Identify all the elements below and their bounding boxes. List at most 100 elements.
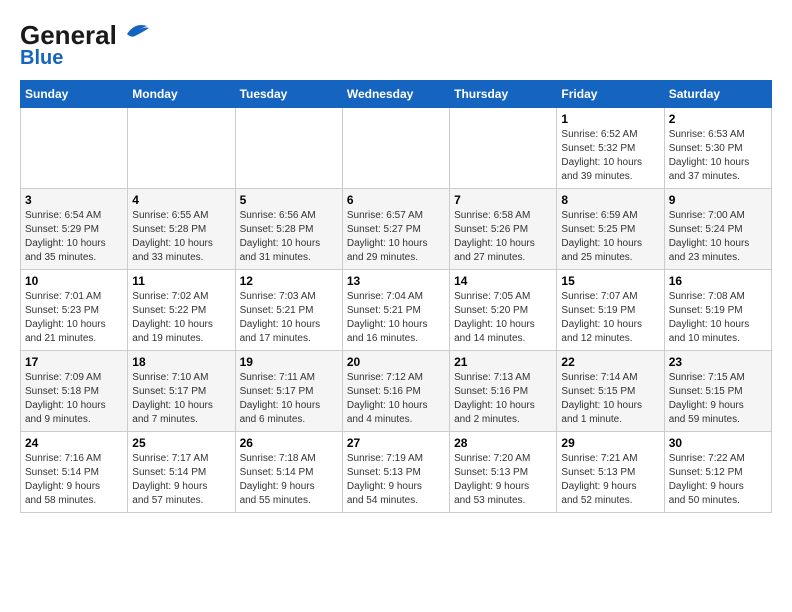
logo-bird-icon bbox=[119, 20, 151, 42]
day-number: 14 bbox=[454, 274, 552, 288]
calendar-cell: 27 Sunrise: 7:19 AM Sunset: 5:13 PM Dayli… bbox=[342, 432, 449, 513]
day-number: 26 bbox=[240, 436, 338, 450]
day-info: Sunrise: 7:09 AM Sunset: 5:18 PM Dayligh… bbox=[25, 371, 123, 427]
calendar-week-3: 10 Sunrise: 7:01 AM Sunset: 5:23 PM Dayli… bbox=[21, 270, 772, 351]
calendar-cell: 14 Sunrise: 7:05 AM Sunset: 5:20 PM Dayli… bbox=[450, 270, 557, 351]
calendar-cell: 20 Sunrise: 7:12 AM Sunset: 5:16 PM Dayli… bbox=[342, 351, 449, 432]
day-number: 12 bbox=[240, 274, 338, 288]
day-number: 22 bbox=[561, 355, 659, 369]
day-info: Sunrise: 7:05 AM Sunset: 5:20 PM Dayligh… bbox=[454, 290, 552, 346]
calendar-cell: 28Sunrise: 7:20 AM Sunset: 5:13 PM Dayli… bbox=[450, 432, 557, 513]
calendar-cell: 22 Sunrise: 7:14 AM Sunset: 5:15 PM Dayli… bbox=[557, 351, 664, 432]
day-info: Sunrise: 7:10 AM Sunset: 5:17 PM Dayligh… bbox=[132, 371, 230, 427]
day-number: 13 bbox=[347, 274, 445, 288]
calendar-cell: 25 Sunrise: 7:17 AM Sunset: 5:14 PM Dayli… bbox=[128, 432, 235, 513]
calendar-cell: 18 Sunrise: 7:10 AM Sunset: 5:17 PM Dayli… bbox=[128, 351, 235, 432]
calendar-cell: 17 Sunrise: 7:09 AM Sunset: 5:18 PM Dayli… bbox=[21, 351, 128, 432]
day-info: Sunrise: 6:52 AM Sunset: 5:32 PM Dayligh… bbox=[561, 128, 659, 184]
day-number: 16 bbox=[669, 274, 767, 288]
day-info: Sunrise: 6:53 AM Sunset: 5:30 PM Dayligh… bbox=[669, 128, 767, 184]
day-info: Sunrise: 7:15 AM Sunset: 5:15 PM Dayligh… bbox=[669, 371, 767, 427]
day-number: 10 bbox=[25, 274, 123, 288]
day-number: 17 bbox=[25, 355, 123, 369]
calendar-cell: 3 Sunrise: 6:54 AM Sunset: 5:29 PM Daylig… bbox=[21, 189, 128, 270]
calendar-cell: 29Sunrise: 7:21 AM Sunset: 5:13 PM Dayli… bbox=[557, 432, 664, 513]
day-number: 20 bbox=[347, 355, 445, 369]
day-number: 6 bbox=[347, 193, 445, 207]
day-number: 15 bbox=[561, 274, 659, 288]
logo: General Blue bbox=[20, 20, 151, 70]
calendar-cell: 6 Sunrise: 6:57 AM Sunset: 5:27 PM Daylig… bbox=[342, 189, 449, 270]
day-info: Sunrise: 7:17 AM Sunset: 5:14 PM Dayligh… bbox=[132, 452, 230, 508]
header-monday: Monday bbox=[128, 81, 235, 108]
day-info: Sunrise: 7:02 AM Sunset: 5:22 PM Dayligh… bbox=[132, 290, 230, 346]
calendar-cell: 26 Sunrise: 7:18 AM Sunset: 5:14 PM Dayli… bbox=[235, 432, 342, 513]
calendar-cell: 15 Sunrise: 7:07 AM Sunset: 5:19 PM Dayli… bbox=[557, 270, 664, 351]
calendar-cell bbox=[235, 108, 342, 189]
calendar-cell: 16Sunrise: 7:08 AM Sunset: 5:19 PM Dayli… bbox=[664, 270, 771, 351]
day-info: Sunrise: 6:58 AM Sunset: 5:26 PM Dayligh… bbox=[454, 209, 552, 265]
day-number: 4 bbox=[132, 193, 230, 207]
calendar-cell: 5 Sunrise: 6:56 AM Sunset: 5:28 PM Daylig… bbox=[235, 189, 342, 270]
calendar-header-row: SundayMondayTuesdayWednesdayThursdayFrid… bbox=[21, 81, 772, 108]
calendar-cell: 8 Sunrise: 6:59 AM Sunset: 5:25 PM Daylig… bbox=[557, 189, 664, 270]
day-number: 27 bbox=[347, 436, 445, 450]
calendar-cell: 30 Sunrise: 7:22 AM Sunset: 5:12 PM Dayli… bbox=[664, 432, 771, 513]
day-info: Sunrise: 7:12 AM Sunset: 5:16 PM Dayligh… bbox=[347, 371, 445, 427]
header-sunday: Sunday bbox=[21, 81, 128, 108]
calendar-week-4: 17 Sunrise: 7:09 AM Sunset: 5:18 PM Dayli… bbox=[21, 351, 772, 432]
day-number: 25 bbox=[132, 436, 230, 450]
day-info: Sunrise: 6:54 AM Sunset: 5:29 PM Dayligh… bbox=[25, 209, 123, 265]
day-number: 7 bbox=[454, 193, 552, 207]
day-number: 3 bbox=[25, 193, 123, 207]
day-info: Sunrise: 7:00 AM Sunset: 5:24 PM Dayligh… bbox=[669, 209, 767, 265]
day-number: 24 bbox=[25, 436, 123, 450]
calendar-cell: 10 Sunrise: 7:01 AM Sunset: 5:23 PM Dayli… bbox=[21, 270, 128, 351]
day-number: 29 bbox=[561, 436, 659, 450]
day-number: 19 bbox=[240, 355, 338, 369]
calendar-week-1: 1 Sunrise: 6:52 AM Sunset: 5:32 PM Daylig… bbox=[21, 108, 772, 189]
calendar-cell: 19Sunrise: 7:11 AM Sunset: 5:17 PM Dayli… bbox=[235, 351, 342, 432]
day-info: Sunrise: 7:20 AM Sunset: 5:13 PM Dayligh… bbox=[454, 452, 552, 508]
day-number: 9 bbox=[669, 193, 767, 207]
day-info: Sunrise: 7:19 AM Sunset: 5:13 PM Dayligh… bbox=[347, 452, 445, 508]
calendar-week-5: 24 Sunrise: 7:16 AM Sunset: 5:14 PM Dayli… bbox=[21, 432, 772, 513]
day-info: Sunrise: 7:14 AM Sunset: 5:15 PM Dayligh… bbox=[561, 371, 659, 427]
day-info: Sunrise: 7:07 AM Sunset: 5:19 PM Dayligh… bbox=[561, 290, 659, 346]
day-info: Sunrise: 7:18 AM Sunset: 5:14 PM Dayligh… bbox=[240, 452, 338, 508]
calendar-cell: 23Sunrise: 7:15 AM Sunset: 5:15 PM Dayli… bbox=[664, 351, 771, 432]
day-number: 1 bbox=[561, 112, 659, 126]
day-info: Sunrise: 7:01 AM Sunset: 5:23 PM Dayligh… bbox=[25, 290, 123, 346]
day-number: 8 bbox=[561, 193, 659, 207]
calendar-cell: 7 Sunrise: 6:58 AM Sunset: 5:26 PM Daylig… bbox=[450, 189, 557, 270]
calendar-cell bbox=[21, 108, 128, 189]
calendar-week-2: 3 Sunrise: 6:54 AM Sunset: 5:29 PM Daylig… bbox=[21, 189, 772, 270]
day-number: 30 bbox=[669, 436, 767, 450]
day-info: Sunrise: 7:16 AM Sunset: 5:14 PM Dayligh… bbox=[25, 452, 123, 508]
day-number: 2 bbox=[669, 112, 767, 126]
calendar-cell: 21 Sunrise: 7:13 AM Sunset: 5:16 PM Dayli… bbox=[450, 351, 557, 432]
day-info: Sunrise: 7:22 AM Sunset: 5:12 PM Dayligh… bbox=[669, 452, 767, 508]
day-info: Sunrise: 6:59 AM Sunset: 5:25 PM Dayligh… bbox=[561, 209, 659, 265]
page-header: General Blue bbox=[20, 20, 772, 70]
day-info: Sunrise: 6:57 AM Sunset: 5:27 PM Dayligh… bbox=[347, 209, 445, 265]
calendar-cell bbox=[128, 108, 235, 189]
day-info: Sunrise: 6:56 AM Sunset: 5:28 PM Dayligh… bbox=[240, 209, 338, 265]
day-number: 18 bbox=[132, 355, 230, 369]
calendar-cell: 2 Sunrise: 6:53 AM Sunset: 5:30 PM Daylig… bbox=[664, 108, 771, 189]
day-number: 21 bbox=[454, 355, 552, 369]
calendar-cell: 9 Sunrise: 7:00 AM Sunset: 5:24 PM Daylig… bbox=[664, 189, 771, 270]
header-thursday: Thursday bbox=[450, 81, 557, 108]
day-info: Sunrise: 7:13 AM Sunset: 5:16 PM Dayligh… bbox=[454, 371, 552, 427]
calendar-cell bbox=[342, 108, 449, 189]
calendar-table: SundayMondayTuesdayWednesdayThursdayFrid… bbox=[20, 80, 772, 513]
day-info: Sunrise: 7:03 AM Sunset: 5:21 PM Dayligh… bbox=[240, 290, 338, 346]
calendar-cell: 13Sunrise: 7:04 AM Sunset: 5:21 PM Dayli… bbox=[342, 270, 449, 351]
calendar-cell: 11 Sunrise: 7:02 AM Sunset: 5:22 PM Dayli… bbox=[128, 270, 235, 351]
header-friday: Friday bbox=[557, 81, 664, 108]
calendar-cell: 12 Sunrise: 7:03 AM Sunset: 5:21 PM Dayli… bbox=[235, 270, 342, 351]
header-wednesday: Wednesday bbox=[342, 81, 449, 108]
header-tuesday: Tuesday bbox=[235, 81, 342, 108]
day-number: 5 bbox=[240, 193, 338, 207]
day-number: 11 bbox=[132, 274, 230, 288]
